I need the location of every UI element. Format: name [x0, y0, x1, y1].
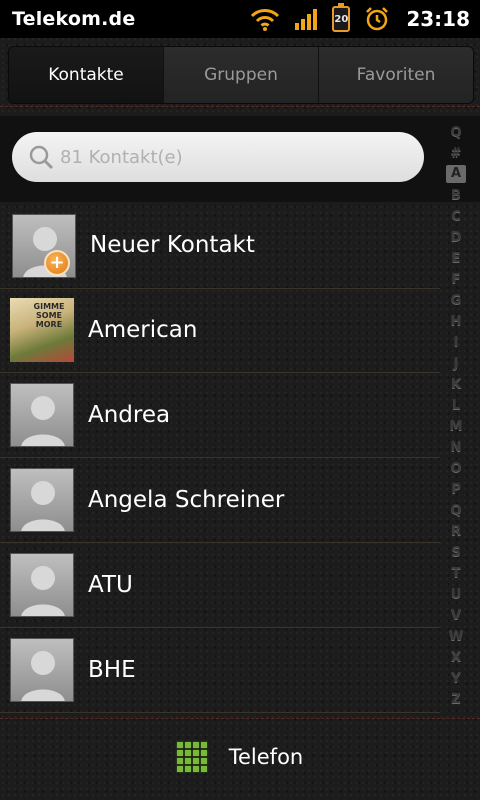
album-art-avatar: GIMME SOME MORE: [10, 298, 74, 362]
phone-button[interactable]: Telefon: [0, 714, 480, 800]
alphabet-letter[interactable]: K: [446, 374, 466, 395]
search-area: 81 Kontakt(e): [0, 116, 480, 202]
alphabet-letter[interactable]: P: [446, 479, 466, 500]
tab-favoriten[interactable]: Favoriten: [318, 47, 473, 103]
contact-name: Andrea: [88, 402, 171, 428]
battery-icon: 20: [332, 3, 351, 32]
phone-label: Telefon: [228, 745, 304, 769]
alphabet-letter[interactable]: H: [446, 311, 466, 332]
alphabet-letter[interactable]: X: [446, 647, 466, 668]
default-avatar-icon: [10, 553, 74, 617]
alphabet-letter[interactable]: G: [446, 290, 466, 311]
alphabet-letter[interactable]: O: [446, 458, 466, 479]
alphabet-letter[interactable]: E: [446, 248, 466, 269]
new-contact-label: Neuer Kontakt: [90, 232, 255, 258]
alphabet-letter[interactable]: M: [446, 416, 466, 437]
alphabet-letter[interactable]: Q: [446, 500, 466, 521]
contact-name: BHE: [88, 657, 136, 683]
search-placeholder: 81 Kontakt(e): [60, 146, 183, 168]
alphabet-letter[interactable]: N: [446, 437, 466, 458]
default-avatar-icon: [10, 468, 74, 532]
new-contact-row[interactable]: + Neuer Kontakt: [0, 202, 440, 289]
alphabet-letter[interactable]: W: [446, 626, 466, 647]
alphabet-search-icon[interactable]: Q: [446, 122, 466, 143]
alphabet-letter[interactable]: V: [446, 605, 466, 626]
add-icon: +: [44, 250, 70, 276]
alphabet-letter[interactable]: A: [446, 165, 466, 183]
status-bar: Telekom.de 20 23:18: [0, 0, 480, 38]
carrier-name: Telekom.de: [12, 8, 136, 30]
alphabet-letter[interactable]: Y: [446, 668, 466, 689]
contact-list: + Neuer Kontakt GIMME SOME MORE American…: [0, 202, 440, 714]
clock: 23:18: [406, 7, 470, 31]
status-icons: 20 23:18: [236, 0, 470, 38]
alphabet-letter[interactable]: U: [446, 584, 466, 605]
alphabet-letter[interactable]: B: [446, 185, 466, 206]
default-avatar-icon: [10, 638, 74, 702]
alphabet-letter[interactable]: Z: [446, 689, 466, 710]
tab-kontakte[interactable]: Kontakte: [9, 47, 163, 103]
signal-icon: [294, 7, 318, 31]
bottom-bar: Telefon: [0, 714, 480, 800]
search-input[interactable]: 81 Kontakt(e): [12, 132, 424, 182]
alphabet-letter[interactable]: C: [446, 206, 466, 227]
alphabet-letter[interactable]: F: [446, 269, 466, 290]
battery-level: 20: [334, 14, 349, 25]
search-icon: [28, 144, 54, 170]
alphabet-letter[interactable]: R: [446, 521, 466, 542]
alphabet-letter[interactable]: I: [446, 332, 466, 353]
alphabet-letter[interactable]: S: [446, 542, 466, 563]
album-text: GIMME SOME MORE: [33, 302, 65, 329]
alphabet-index[interactable]: Q # A B C D E F G H I J K L M N O P Q R S T U V W X Y Z: [444, 122, 468, 710]
contact-row[interactable]: ATU: [0, 543, 440, 628]
contact-row[interactable]: Angela Schreiner: [0, 458, 440, 543]
alphabet-letter[interactable]: #: [446, 143, 466, 164]
stitch-divider: [0, 106, 480, 107]
tab-bar: Kontakte Gruppen Favoriten: [0, 38, 480, 116]
dialpad-grid-icon: [176, 742, 207, 772]
wifi-icon: [250, 7, 280, 31]
contact-name: American: [88, 317, 198, 343]
contact-row[interactable]: BHE: [0, 628, 440, 713]
contact-name: ATU: [88, 572, 133, 598]
tab-gruppen[interactable]: Gruppen: [163, 47, 318, 103]
contact-name: Angela Schreiner: [88, 487, 285, 513]
contact-row[interactable]: GIMME SOME MORE American: [0, 288, 440, 373]
alphabet-letter[interactable]: D: [446, 227, 466, 248]
alphabet-letter[interactable]: J: [446, 353, 466, 374]
alarm-icon: [364, 6, 390, 32]
alphabet-letter[interactable]: T: [446, 563, 466, 584]
alphabet-letter[interactable]: L: [446, 395, 466, 416]
contact-row[interactable]: Andrea: [0, 373, 440, 458]
default-avatar-icon: [10, 383, 74, 447]
